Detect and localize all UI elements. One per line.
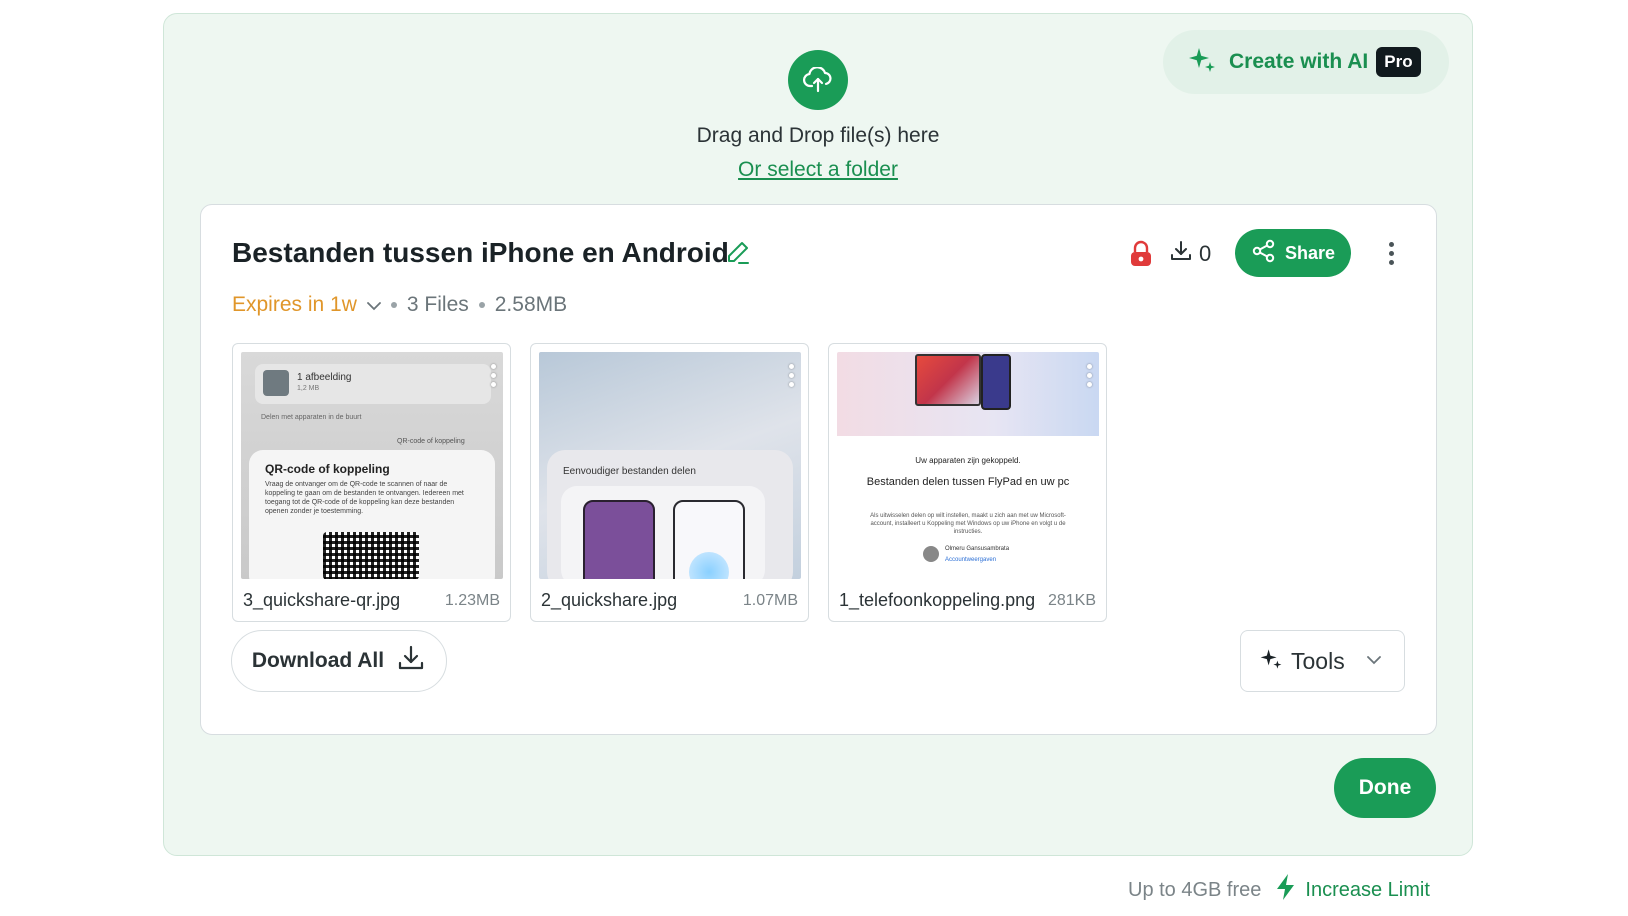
thumb-text: Olmeru Gansusambrata [945, 546, 1010, 552]
total-size: 2.58MB [494, 293, 568, 316]
file-name: 2_quickshare.jpg [541, 590, 678, 610]
thumb-image-icon [263, 370, 289, 396]
share-button[interactable]: Share [1235, 229, 1351, 277]
thumb-header [255, 364, 491, 404]
file-thumbnail: 1 afbeelding 1,2 MB Delen met apparaten … [241, 352, 503, 579]
qr-code-image [323, 532, 419, 579]
download-counter: 0 [1169, 239, 1211, 269]
file-card[interactable]: Uw apparaten zijn gekoppeld. Bestanden d… [828, 343, 1107, 622]
thumb-link: Accountweergaven [945, 557, 997, 563]
phone-image [583, 500, 655, 579]
thumb-text: Delen met apparaten in de buurt [261, 414, 362, 421]
separator-dot [390, 302, 397, 308]
download-all-label: Download All [251, 649, 385, 672]
file-menu-icon[interactable] [789, 364, 794, 387]
sparkle-icon [1259, 647, 1283, 676]
file-menu-icon[interactable] [491, 364, 496, 387]
avatar [923, 546, 939, 562]
footer: Up to 4GB free Increase Limit [1128, 873, 1430, 907]
file-menu-icon[interactable] [1087, 364, 1092, 387]
file-size: 1.23MB [444, 592, 500, 609]
download-icon [1169, 239, 1193, 269]
file-name: 1_telefoonkoppeling.png [839, 590, 1036, 610]
thumb-heading: QR-code of koppeling [265, 462, 390, 476]
select-folder-link[interactable]: Or select a folder [600, 158, 1036, 182]
thumb-text: 1,2 MB [297, 385, 320, 392]
create-with-ai-label: Create with AI [1229, 50, 1369, 73]
file-list: 1 afbeelding 1,2 MB Delen met apparaten … [232, 343, 1107, 622]
file-name: 3_quickshare-qr.jpg [243, 590, 401, 610]
done-button[interactable]: Done [1334, 758, 1436, 818]
download-count: 0 [1199, 241, 1212, 266]
create-with-ai-button[interactable]: Create with AI Pro [1163, 30, 1449, 94]
file-card[interactable]: 1 afbeelding 1,2 MB Delen met apparaten … [232, 343, 511, 622]
laptop-image [915, 354, 981, 406]
share-label: Share [1284, 242, 1336, 263]
download-all-button[interactable]: Download All [231, 630, 447, 692]
tools-label: Tools [1291, 647, 1345, 674]
file-thumbnail: Eenvoudiger bestanden delen [539, 352, 801, 579]
chevron-down-icon [1366, 652, 1381, 670]
thumb-heading: Eenvoudiger bestanden delen [563, 466, 696, 477]
drag-drop-text: Drag and Drop file(s) here [696, 124, 940, 147]
file-card[interactable]: Eenvoudiger bestanden delen 2_quickshare… [530, 343, 809, 622]
cloud-upload-icon[interactable] [788, 50, 848, 110]
free-limit-text: Up to 4GB free [1128, 878, 1262, 901]
lightning-icon [1261, 873, 1297, 907]
transfer-card: Bestanden tussen iPhone en Android Expir… [200, 204, 1437, 735]
thumb-text: 1 afbeelding [297, 372, 352, 383]
thumb-text: Vraag de ontvanger om de QR-code te scan… [265, 481, 464, 515]
thumb-text: QR-code of koppeling [397, 438, 465, 445]
thumb-text: Als uitwisselen delen op wilt instellen,… [870, 513, 1066, 535]
chevron-down-icon [357, 293, 381, 317]
increase-limit-link[interactable]: Increase Limit [1305, 879, 1430, 902]
tools-dropdown[interactable]: Tools [1240, 630, 1405, 692]
lock-icon[interactable] [1128, 240, 1154, 273]
transfer-meta: Expires in 1w 3 Files 2.58MB [232, 293, 567, 317]
share-icon [1251, 238, 1285, 269]
pro-badge: Pro [1376, 47, 1421, 77]
phone-image [981, 354, 1011, 410]
separator-dot [478, 302, 485, 308]
file-size: 281KB [1047, 592, 1096, 609]
file-thumbnail: Uw apparaten zijn gekoppeld. Bestanden d… [837, 352, 1099, 579]
thumb-heading: Bestanden delen tussen FlyPad en uw pc [866, 476, 1070, 488]
sparkle-icon [1187, 45, 1217, 80]
expires-label: Expires in 1w [232, 293, 357, 316]
thumb-text: Uw apparaten zijn gekoppeld. [915, 456, 1021, 465]
file-size: 1.07MB [742, 592, 798, 609]
download-icon [396, 643, 426, 679]
file-count: 3 Files [406, 293, 469, 316]
expires-dropdown[interactable]: Expires in 1w [232, 293, 381, 317]
transfer-title: Bestanden tussen iPhone en Android [232, 237, 729, 268]
more-options-icon[interactable] [1379, 235, 1403, 271]
pencil-icon[interactable] [725, 239, 751, 270]
